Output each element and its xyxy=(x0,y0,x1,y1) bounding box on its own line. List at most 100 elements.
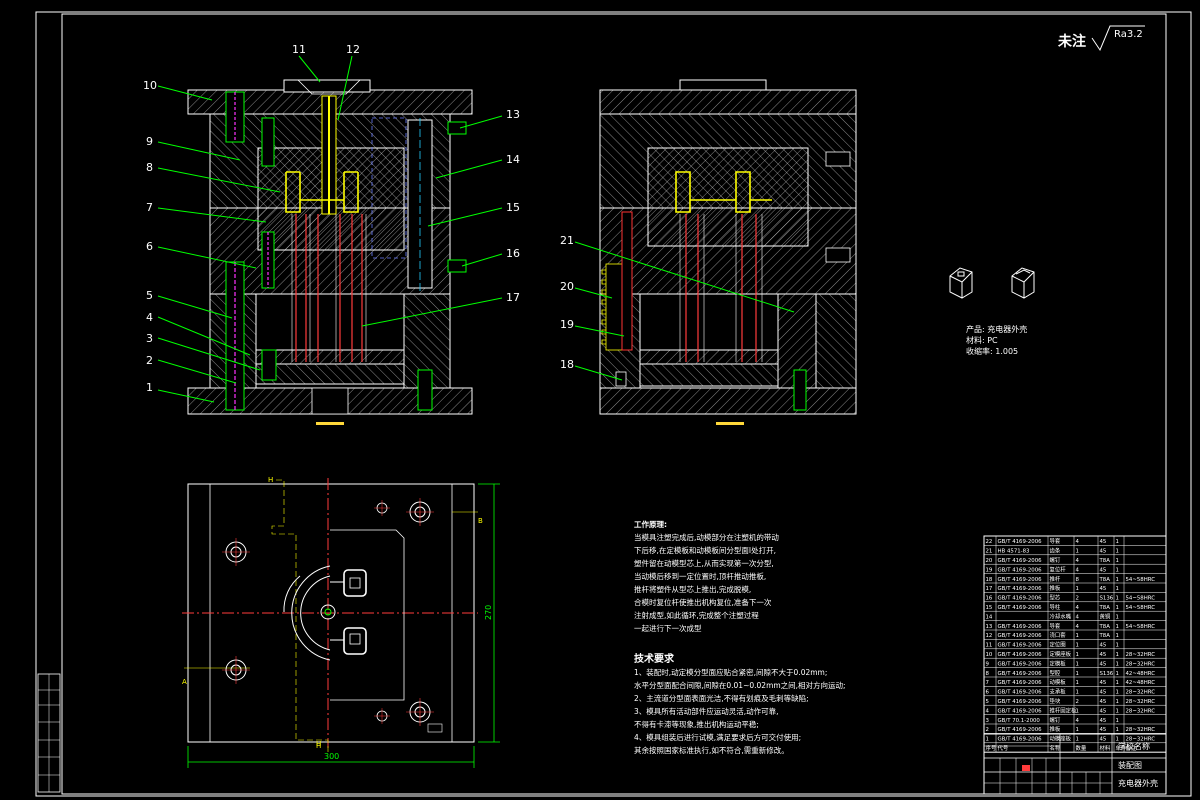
bom-row-1-cell-0: 1 xyxy=(986,737,989,743)
locating-ring xyxy=(283,79,371,93)
bom-row-20-cell-1: GB/T 4169-2006 xyxy=(998,558,1043,564)
bom-row-15-cell-2: 导柱 xyxy=(1050,603,1061,611)
bom-row-10-cell-3: 1 xyxy=(1076,652,1079,658)
bom-row-22-cell-1: GB/T 4169-2006 xyxy=(998,539,1043,545)
work-process-line-6: 合模时复位杆使推出机构复位,准备下一次 xyxy=(634,597,772,607)
bom-row-7-cell-3: 1 xyxy=(1076,680,1079,686)
work-process-line-4: 当动模后移到一定位置时,顶杆推动推板, xyxy=(634,571,766,581)
bom-row-5-cell-1: GB/T 4169-2006 xyxy=(998,699,1043,705)
bom-row-15-cell-5: 1 xyxy=(1116,605,1119,611)
bom-row-14-cell-3: 4 xyxy=(1076,614,1080,620)
bom-row-11-cell-3: 1 xyxy=(1076,643,1079,649)
work-process-line-7: 注射成型,如此循环,完成整个注塑过程 xyxy=(634,610,759,620)
ejector-retainer-plate xyxy=(255,349,405,365)
balloon-15: 15 xyxy=(506,201,520,214)
bom-row-7-cell-5: 1 xyxy=(1116,680,1119,686)
bom-row-19-cell-3: 4 xyxy=(1076,567,1080,573)
bom-row-13-cell-4: T8A xyxy=(1099,624,1111,630)
bom-row-18-cell-4: T8A xyxy=(1099,577,1111,583)
bom-header-cell-3: 数量 xyxy=(1076,744,1087,752)
work-process-line-2: 下后移,在定模板和动模板间分型面I处打开, xyxy=(634,545,776,555)
bom-row-9-cell-4: 45 xyxy=(1100,661,1107,667)
bom-row-8-cell-1: GB/T 4169-2006 xyxy=(998,671,1043,677)
cavity-outline-top xyxy=(343,569,367,597)
bom-row-17-cell-2: 推板 xyxy=(1050,584,1061,592)
bom-row-11-cell-2: 定位圈 xyxy=(1050,641,1066,649)
bom-row-20-cell-0: 20 xyxy=(986,558,993,564)
bom-row-19-cell-0: 19 xyxy=(986,567,993,573)
bom-row-8-cell-5: 1 xyxy=(1116,671,1119,677)
bom-row-12-cell-1: GB/T 4169-2006 xyxy=(998,633,1043,639)
bom-row-10-cell-4: 45 xyxy=(1100,652,1107,658)
ejector-screw xyxy=(261,349,277,381)
balloon-3: 3 xyxy=(146,332,153,345)
bom-row-18-cell-5: 1 xyxy=(1116,577,1119,583)
drawing-canvas: 未注 Ra3.2 1 2 3 4 5 6 7 8 9 10 11 12 13 1… xyxy=(35,11,1192,797)
ejector-plate xyxy=(255,363,405,385)
bom-row-13-cell-2: 导套 xyxy=(1050,622,1061,630)
bom-row-18-cell-1: GB/T 4169-2006 xyxy=(998,577,1043,583)
bom-row-6-cell-3: 1 xyxy=(1076,690,1079,696)
bom-row-18-cell-3: 8 xyxy=(1076,577,1080,583)
product-material: 材料: PC xyxy=(966,335,998,345)
bom-row-15-cell-4: T8A xyxy=(1099,605,1111,611)
bom-row-11-cell-5: 1 xyxy=(1116,643,1119,649)
bom-row-2-cell-2: 推板 xyxy=(1050,725,1061,733)
balloon-16: 16 xyxy=(506,247,520,260)
bom-row-16-cell-0: 16 xyxy=(986,596,993,602)
bom-row-17-cell-1: GB/T 4169-2006 xyxy=(998,586,1043,592)
balloon-14: 14 xyxy=(506,153,520,166)
bom-row-4-cell-2: 推杆固定板 xyxy=(1050,706,1078,714)
bom-row-7-cell-2: 动模板 xyxy=(1050,678,1067,686)
bom-row-22-cell-4: 45 xyxy=(1100,539,1107,545)
bom-row-6-cell-0: 6 xyxy=(986,690,990,696)
bom-row-13-cell-3: 4 xyxy=(1076,624,1080,630)
balloon-19: 19 xyxy=(560,318,574,331)
section-label-h-mid: H xyxy=(316,740,321,748)
bom-row-4-cell-3: 1 xyxy=(1076,708,1079,714)
bom-row-5-cell-5: 1 xyxy=(1116,699,1119,705)
bom-row-18-cell-2: 推杆 xyxy=(1050,575,1061,583)
surface-finish-note: 未注 Ra3.2 xyxy=(1058,25,1145,52)
bom-row-7-cell-0: 7 xyxy=(986,680,989,686)
bom-row-19-cell-4: 45 xyxy=(1100,567,1107,573)
work-process-block: 工作原理: 当模具注塑完成后,动模部分在注塑机的带动 下后移,在定模板和动模板间… xyxy=(634,519,779,633)
balloon-21: 21 xyxy=(560,234,574,247)
bom-row-6-cell-5: 1 xyxy=(1116,690,1119,696)
bom-row-22-cell-2: 导套 xyxy=(1050,537,1061,545)
bom-row-6-cell-6: 28~32HRC xyxy=(1126,690,1156,696)
bom-row-8-cell-2: 型腔 xyxy=(1050,669,1061,677)
plan-view xyxy=(182,478,478,754)
right-section-view xyxy=(599,79,857,425)
bom-row-1-cell-3: 1 xyxy=(1076,737,1079,743)
bom-row-5-cell-2: 垫块 xyxy=(1050,697,1061,705)
bom-header-cell-1: 代号 xyxy=(998,744,1009,752)
bom-row-5-cell-0: 5 xyxy=(986,699,989,705)
bom-row-10-cell-6: 28~32HRC xyxy=(1126,652,1156,658)
water-nozzle-top xyxy=(447,121,467,135)
tech-line-3: 2、主流道分型面表面光洁,不得有划痕及毛刺等缺陷; xyxy=(634,693,809,703)
rack xyxy=(605,263,623,351)
bill-of-materials: 22 GB/T 4169-2006 导套 4 45 121 HB 4571-83 齿条 1 45 1… xyxy=(983,535,1167,753)
bom-row-21-cell-3: 1 xyxy=(1076,549,1079,555)
surface-finish-label: 未注 xyxy=(1058,33,1086,50)
bom-row-21-cell-5: 1 xyxy=(1116,549,1119,555)
bom-row-5-cell-6: 28~32HRC xyxy=(1126,699,1156,705)
bom-row-9-cell-2: 定模板 xyxy=(1050,659,1067,667)
bom-row-5-cell-4: 45 xyxy=(1100,699,1107,705)
balloon-13: 13 xyxy=(506,108,520,121)
bom-row-16-cell-1: GB/T 4169-2006 xyxy=(998,596,1043,602)
bom-row-19-cell-2: 复位杆 xyxy=(1050,565,1067,573)
bom-row-20-cell-5: 1 xyxy=(1116,558,1119,564)
bom-row-10-cell-5: 1 xyxy=(1116,652,1119,658)
bom-row-12-cell-2: 浇口套 xyxy=(1050,631,1067,639)
bom-row-21-cell-4: 45 xyxy=(1100,549,1107,555)
bom-row-14-cell-4: 黄铜 xyxy=(1100,612,1111,620)
dimension-lines xyxy=(187,483,500,768)
bom-row-21-cell-0: 21 xyxy=(986,549,993,555)
bom-row-8-cell-3: 1 xyxy=(1076,671,1079,677)
work-process-line-5: 推杆将塑件从型芯上推出,完成脱模, xyxy=(634,584,751,594)
balloon-20: 20 xyxy=(560,280,574,293)
bom-row-13-cell-6: 54~58HRC xyxy=(1126,624,1156,630)
balloon-9: 9 xyxy=(146,135,153,148)
